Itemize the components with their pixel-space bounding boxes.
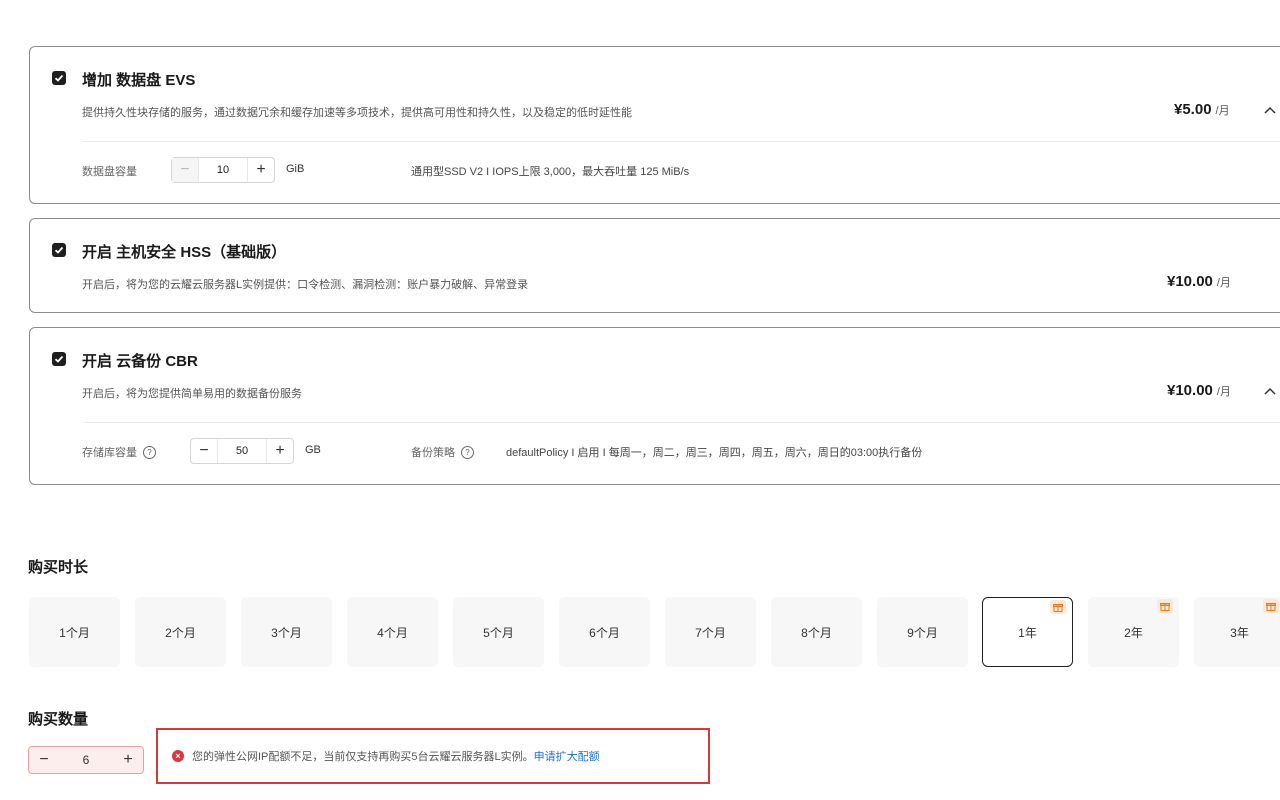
- hss-title: 开启 主机安全 HSS（基础版）: [82, 244, 287, 261]
- duration-option[interactable]: 9个月: [877, 597, 968, 667]
- cbr-capacity-input[interactable]: 50: [217, 439, 267, 463]
- quantity-stepper[interactable]: − 6 +: [28, 746, 144, 774]
- error-icon: ×: [172, 750, 184, 762]
- cbr-description: 开启后，将为您提供简单易用的数据备份服务: [82, 388, 302, 400]
- cbr-policy-value: defaultPolicy I 启用 I 每周一，周二，周三，周四，周五，周六，…: [506, 447, 923, 459]
- evs-price-unit: /月: [1215, 105, 1230, 117]
- check-icon: [54, 74, 64, 82]
- duration-option[interactable]: 5个月: [453, 597, 544, 667]
- quota-alert: × 您的弹性公网IP配额不足，当前仅支持再购买5台云耀云服务器L实例。申请扩大配…: [156, 728, 710, 784]
- quota-alert-message: 您的弹性公网IP配额不足，当前仅支持再购买5台云耀云服务器L实例。: [192, 751, 534, 763]
- cbr-capacity-label: 存储库容量 ?: [82, 444, 156, 460]
- duration-option-label: 4个月: [377, 625, 408, 640]
- evs-capacity-stepper[interactable]: − 10 +: [171, 157, 275, 183]
- duration-option[interactable]: 3年: [1194, 597, 1280, 667]
- cbr-capacity-unit: GB: [305, 444, 321, 456]
- cbr-plus-button[interactable]: +: [267, 439, 293, 463]
- help-icon[interactable]: ?: [461, 445, 474, 459]
- evs-checkbox[interactable]: [52, 71, 66, 85]
- apply-quota-link[interactable]: 申请扩大配额: [534, 751, 600, 763]
- hss-price-unit: /月: [1216, 277, 1231, 289]
- duration-option-label: 1个月: [59, 625, 90, 640]
- check-icon: [54, 246, 64, 254]
- duration-option[interactable]: 1个月: [29, 597, 120, 667]
- quantity-minus-button[interactable]: −: [29, 751, 59, 769]
- evs-capacity-label-text: 数据盘容量: [82, 166, 137, 178]
- evs-spec: 通用型SSD V2 I IOPS上限 3,000，最大吞吐量 125 MiB/s: [411, 166, 690, 178]
- duration-option[interactable]: 6个月: [559, 597, 650, 667]
- cbr-policy-label: 备份策略 ?: [411, 444, 474, 460]
- duration-option-label: 3年: [1230, 625, 1249, 640]
- duration-option-label: 9个月: [907, 625, 938, 640]
- gift-icon: [1157, 599, 1173, 613]
- hss-card: 开启 主机安全 HSS（基础版） 开启后，将为您的云耀云服务器L实例提供：口令检…: [29, 218, 1280, 313]
- cbr-minus-button[interactable]: −: [191, 439, 217, 463]
- duration-option-label: 2个月: [165, 625, 196, 640]
- duration-title: 购买时长: [28, 559, 89, 576]
- cbr-divider: [82, 422, 1280, 423]
- duration-option-label: 7个月: [695, 625, 726, 640]
- duration-option[interactable]: 1年: [982, 597, 1073, 667]
- duration-option-label: 5个月: [483, 625, 514, 640]
- cbr-price: ¥10.00/月: [1167, 382, 1231, 399]
- evs-minus-button[interactable]: −: [172, 158, 198, 182]
- cbr-capacity-stepper[interactable]: − 50 +: [190, 438, 294, 464]
- duration-option[interactable]: 2个月: [135, 597, 226, 667]
- quantity-plus-button[interactable]: +: [113, 751, 143, 769]
- duration-option-label: 1年: [1018, 625, 1037, 640]
- evs-capacity-label: 数据盘容量: [82, 163, 137, 179]
- evs-card: 增加 数据盘 EVS 提供持久性块存储的服务，通过数据冗余和缓存加速等多项技术，…: [29, 46, 1280, 204]
- duration-option-label: 6个月: [589, 625, 620, 640]
- chevron-up-icon[interactable]: [1263, 386, 1277, 396]
- quantity-input[interactable]: 6: [59, 753, 113, 767]
- check-icon: [54, 355, 64, 363]
- evs-price-value: ¥5.00: [1174, 101, 1212, 118]
- gift-icon: [1050, 600, 1066, 614]
- hss-checkbox[interactable]: [52, 243, 66, 257]
- cbr-title: 开启 云备份 CBR: [82, 353, 198, 370]
- hss-price: ¥10.00/月: [1167, 273, 1231, 290]
- quota-alert-text: 您的弹性公网IP配额不足，当前仅支持再购买5台云耀云服务器L实例。申请扩大配额: [192, 748, 600, 764]
- duration-option[interactable]: 7个月: [665, 597, 756, 667]
- evs-capacity-input[interactable]: 10: [198, 158, 248, 182]
- duration-option-label: 8个月: [801, 625, 832, 640]
- chevron-up-icon[interactable]: [1263, 105, 1277, 115]
- duration-option[interactable]: 4个月: [347, 597, 438, 667]
- cbr-checkbox[interactable]: [52, 352, 66, 366]
- duration-option[interactable]: 8个月: [771, 597, 862, 667]
- hss-price-value: ¥10.00: [1167, 273, 1213, 290]
- help-icon[interactable]: ?: [143, 445, 156, 459]
- gift-icon: [1263, 599, 1279, 613]
- duration-option-label: 3个月: [271, 625, 302, 640]
- evs-plus-button[interactable]: +: [248, 158, 274, 182]
- cbr-price-value: ¥10.00: [1167, 382, 1213, 399]
- cbr-capacity-label-text: 存储库容量: [82, 447, 137, 459]
- evs-title: 增加 数据盘 EVS: [82, 72, 196, 89]
- evs-price: ¥5.00/月: [1174, 101, 1230, 118]
- evs-divider: [82, 141, 1280, 142]
- hss-description: 开启后，将为您的云耀云服务器L实例提供：口令检测、漏洞检测：账户暴力破解、异常登…: [82, 279, 529, 291]
- quantity-title: 购买数量: [28, 711, 89, 728]
- cbr-policy-label-text: 备份策略: [411, 447, 455, 459]
- evs-description: 提供持久性块存储的服务，通过数据冗余和缓存加速等多项技术，提供高可用性和持久性，…: [82, 107, 632, 119]
- cbr-price-unit: /月: [1216, 386, 1231, 398]
- cbr-card: 开启 云备份 CBR 开启后，将为您提供简单易用的数据备份服务 ¥10.00/月…: [29, 327, 1280, 485]
- duration-option-label: 2年: [1124, 625, 1143, 640]
- evs-capacity-unit: GiB: [286, 163, 305, 175]
- duration-option[interactable]: 2年: [1088, 597, 1179, 667]
- duration-option[interactable]: 3个月: [241, 597, 332, 667]
